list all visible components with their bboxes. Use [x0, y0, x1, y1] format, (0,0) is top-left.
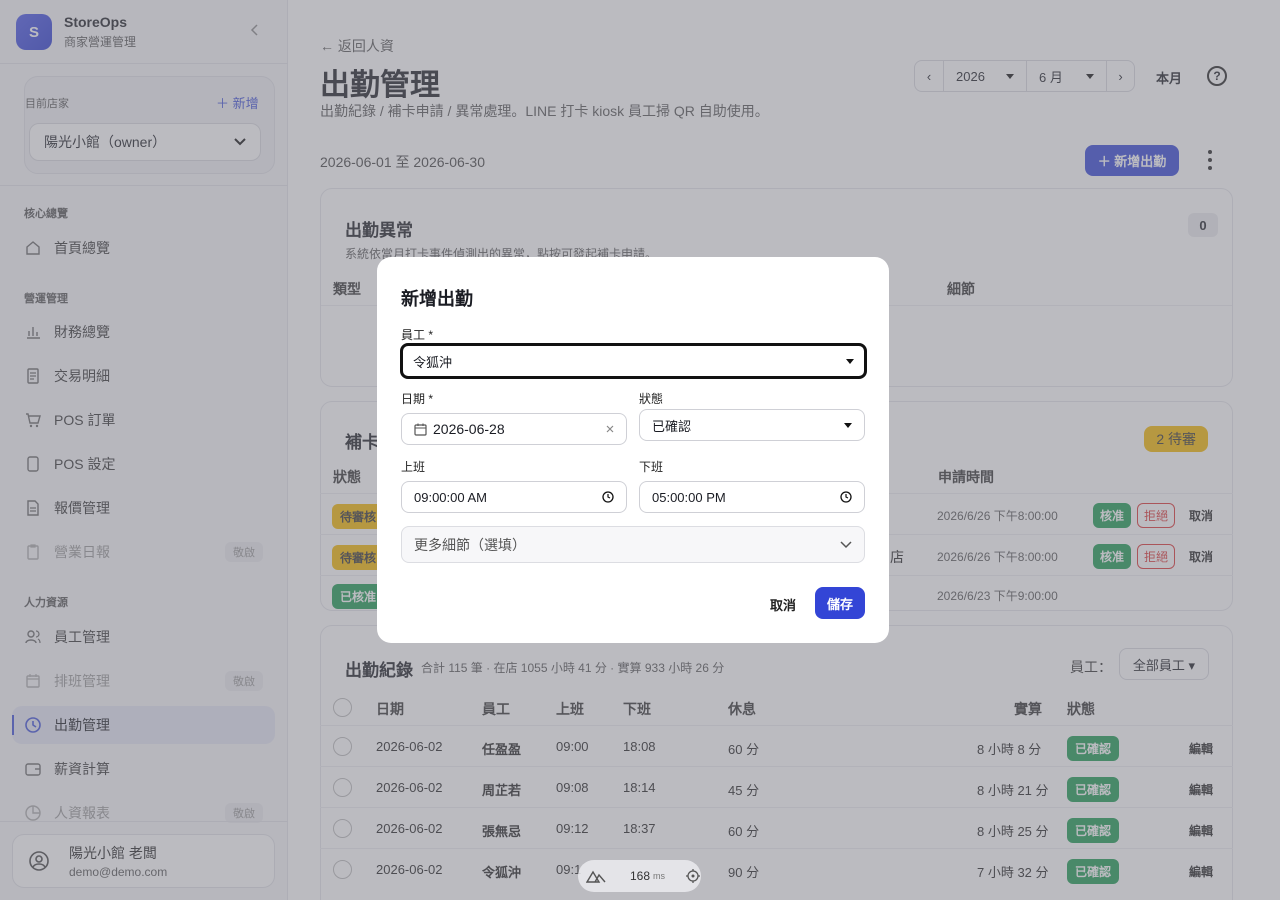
- calendar-icon: [414, 423, 427, 436]
- clock-out-value: 05:00:00 PM: [652, 489, 726, 505]
- date-value: 2026-06-28: [433, 421, 505, 437]
- add-attendance-dialog: 新增出勤 員工 * 令狐沖 日期 * 2026-06-28 狀態 已確認 上班 …: [377, 257, 889, 643]
- employee-label: 員工 *: [401, 328, 434, 342]
- render-time-unit: ms: [653, 871, 666, 881]
- clock-icon[interactable]: [602, 491, 614, 503]
- employee-select[interactable]: 令狐沖: [400, 343, 867, 379]
- clock-in-input[interactable]: 09:00:00 AM: [401, 481, 627, 513]
- status-value: 已確認: [652, 418, 692, 434]
- clock-in-value: 09:00:00 AM: [414, 489, 487, 505]
- date-label: 日期 *: [401, 392, 434, 406]
- more-details-label: 更多細節（選填）: [414, 536, 526, 553]
- clock-icon[interactable]: [840, 491, 852, 503]
- cancel-button[interactable]: 取消: [770, 595, 796, 614]
- clear-icon[interactable]: [606, 425, 614, 433]
- save-button[interactable]: 儲存: [815, 587, 865, 619]
- dialog-title: 新增出勤: [401, 289, 473, 309]
- dev-toolbar: 168 ms: [578, 860, 701, 892]
- employee-value: 令狐沖: [413, 354, 453, 370]
- date-input[interactable]: 2026-06-28: [401, 413, 627, 445]
- render-time: 168: [630, 869, 651, 883]
- caret-down-icon: [844, 422, 852, 428]
- status-label: 狀態: [639, 392, 664, 406]
- clock-out-label: 下班: [639, 460, 664, 474]
- status-select[interactable]: 已確認: [639, 409, 865, 441]
- clock-out-input[interactable]: 05:00:00 PM: [639, 481, 865, 513]
- chevron-down-icon: [840, 540, 852, 549]
- caret-down-icon: [846, 358, 854, 364]
- more-details-toggle[interactable]: 更多細節（選填）: [401, 526, 865, 563]
- clock-in-label: 上班: [401, 460, 426, 474]
- nuxt-logo-icon[interactable]: [586, 869, 606, 883]
- inspect-icon[interactable]: [685, 868, 701, 884]
